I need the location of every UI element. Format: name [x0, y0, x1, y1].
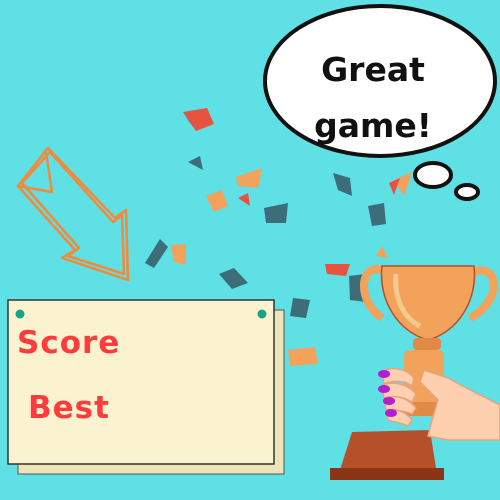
best-label: Best: [28, 390, 110, 426]
speech-bubble-text: Great game!: [268, 42, 478, 154]
pin-left-icon: [15, 309, 25, 319]
hand-drawn-arrow-icon: [16, 146, 130, 282]
hand-icon: [378, 367, 500, 441]
speech-line-2: game!: [314, 106, 432, 145]
pin-right-icon: [257, 309, 267, 319]
score-label: Score: [17, 325, 121, 361]
speech-line-1: Great: [321, 50, 425, 89]
